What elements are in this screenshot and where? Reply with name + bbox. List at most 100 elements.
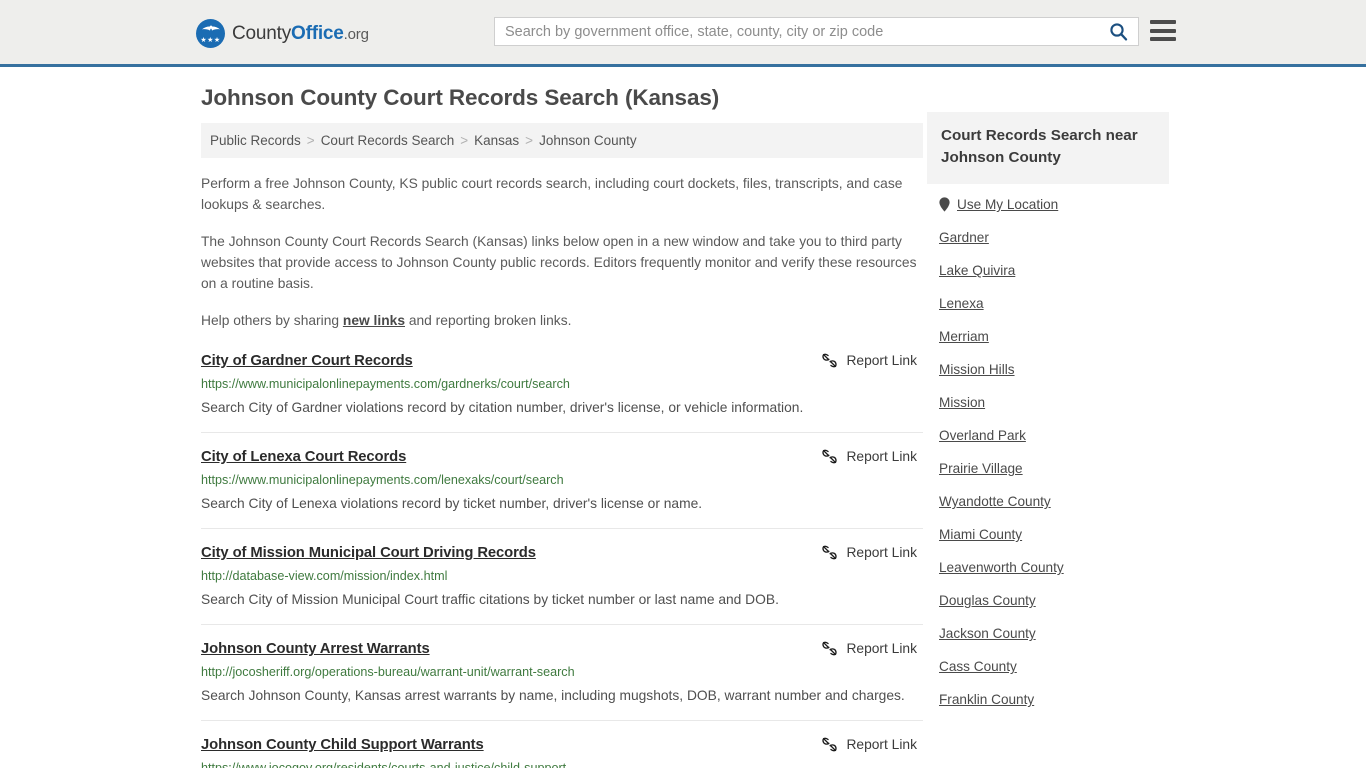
result-row: City of Gardner Court Records Report Lin…: [201, 349, 923, 433]
sidebar: Court Records Search near Johnson County…: [927, 112, 1169, 716]
sidebar-item-lenexa[interactable]: Lenexa: [927, 287, 1169, 320]
result-url[interactable]: http://jocosheriff.org/operations-bureau…: [201, 664, 923, 681]
result-description: Search Johnson County, Kansas arrest war…: [201, 688, 905, 703]
brand-part-county: County: [232, 22, 292, 44]
result-title-link[interactable]: Johnson County Child Support Warrants: [201, 735, 484, 755]
sidebar-item-use-my-location[interactable]: Use My Location: [927, 188, 1169, 221]
sidebar-item-label[interactable]: Lake Quivira: [939, 263, 1015, 278]
sidebar-item-label[interactable]: Jackson County: [939, 626, 1036, 641]
result-row: Johnson County Arrest Warrants Report Li…: [201, 625, 923, 721]
site-logo[interactable]: ★★★ CountyOffice.org: [196, 19, 369, 48]
report-link-button[interactable]: Report Link: [821, 736, 923, 753]
page-title: Johnson County Court Records Search (Kan…: [201, 85, 720, 110]
share-text-after: and reporting broken links.: [405, 313, 572, 328]
site-header: ★★★ CountyOffice.org: [0, 0, 1366, 67]
breadcrumb: Public Records > Court Records Search > …: [201, 123, 923, 158]
report-link-label: Report Link: [846, 641, 917, 656]
main-column: Public Records > Court Records Search > …: [193, 112, 923, 768]
sidebar-item-label[interactable]: Douglas County: [939, 593, 1036, 608]
hamburger-menu-icon[interactable]: [1150, 20, 1176, 41]
sidebar-item-label[interactable]: Mission: [939, 395, 985, 410]
breadcrumb-item-court-records-search[interactable]: Court Records Search: [321, 133, 455, 148]
result-url[interactable]: https://www.jocogov.org/residents/courts…: [201, 760, 923, 768]
intro-paragraph-2: The Johnson County Court Records Search …: [201, 234, 917, 291]
sidebar-item-label[interactable]: Miami County: [939, 527, 1022, 542]
broken-link-icon: [822, 545, 838, 560]
broken-link-icon: [822, 449, 838, 464]
report-link-button[interactable]: Report Link: [821, 448, 923, 465]
result-url[interactable]: https://www.municipalonlinepayments.com/…: [201, 376, 923, 393]
sidebar-item-label[interactable]: Prairie Village: [939, 461, 1023, 476]
result-header: City of Gardner Court Records Report Lin…: [201, 351, 923, 371]
result-row: City of Lenexa Court Records Report Link: [201, 433, 923, 529]
sidebar-item-label[interactable]: Cass County: [939, 659, 1017, 674]
sidebar-item-label[interactable]: Leavenworth County: [939, 560, 1064, 575]
breadcrumb-separator-icon: >: [525, 133, 534, 148]
sidebar-item-douglas-county[interactable]: Douglas County: [927, 584, 1169, 617]
report-link-label: Report Link: [846, 737, 917, 752]
sidebar-item-label[interactable]: Mission Hills: [939, 362, 1015, 377]
hamburger-bar: [1150, 37, 1176, 41]
report-link-button[interactable]: Report Link: [821, 544, 923, 561]
breadcrumb-item-kansas[interactable]: Kansas: [474, 133, 519, 148]
result-header: Johnson County Child Support Warrants Re…: [201, 735, 923, 755]
search-input[interactable]: [495, 18, 1098, 45]
report-link-button[interactable]: Report Link: [821, 352, 923, 369]
hamburger-bar: [1150, 28, 1176, 33]
result-description: Search City of Lenexa violations record …: [201, 496, 703, 511]
content-layout: Public Records > Court Records Search > …: [193, 112, 1173, 768]
search-icon: [1109, 23, 1127, 41]
sidebar-item-lake-quivira[interactable]: Lake Quivira: [927, 254, 1169, 287]
sidebar-item-franklin-county[interactable]: Franklin County: [927, 683, 1169, 716]
broken-link-icon: [822, 737, 838, 752]
intro-paragraph-1: Perform a free Johnson County, KS public…: [201, 176, 903, 212]
sidebar-item-label[interactable]: Wyandotte County: [939, 494, 1051, 509]
row-spacer: [201, 721, 923, 735]
result-url[interactable]: https://www.municipalonlinepayments.com/…: [201, 472, 923, 489]
row-spacer: [201, 433, 923, 447]
sidebar-item-label[interactable]: Franklin County: [939, 692, 1034, 707]
share-text-before: Help others by sharing: [201, 313, 343, 328]
hamburger-bar: [1150, 20, 1176, 24]
search-button[interactable]: [1098, 18, 1138, 45]
sidebar-item-wyandotte-county[interactable]: Wyandotte County: [927, 485, 1169, 518]
broken-link-icon: [822, 353, 838, 368]
result-url[interactable]: http://database-view.com/mission/index.h…: [201, 568, 923, 585]
result-header: City of Lenexa Court Records Report Link: [201, 447, 923, 467]
result-title-link[interactable]: Johnson County Arrest Warrants: [201, 639, 430, 659]
sidebar-item-gardner[interactable]: Gardner: [927, 221, 1169, 254]
intro-text: Perform a free Johnson County, KS public…: [201, 173, 923, 331]
sidebar-item-label[interactable]: Use My Location: [957, 197, 1058, 212]
sidebar-item-label[interactable]: Merriam: [939, 329, 989, 344]
new-links-link[interactable]: new links: [343, 313, 405, 328]
sidebar-item-cass-county[interactable]: Cass County: [927, 650, 1169, 683]
breadcrumb-item-public-records[interactable]: Public Records: [210, 133, 301, 148]
sidebar-item-merriam[interactable]: Merriam: [927, 320, 1169, 353]
sidebar-item-prairie-village[interactable]: Prairie Village: [927, 452, 1169, 485]
sidebar-item-leavenworth-county[interactable]: Leavenworth County: [927, 551, 1169, 584]
brand-part-org: .org: [343, 25, 369, 43]
eagle-seal-icon: ★★★: [196, 19, 225, 48]
results-list: City of Gardner Court Records Report Lin…: [201, 349, 923, 768]
sidebar-item-overland-park[interactable]: Overland Park: [927, 419, 1169, 452]
result-header: City of Mission Municipal Court Driving …: [201, 543, 923, 563]
page-body: Johnson County Court Records Search (Kan…: [0, 67, 1366, 768]
breadcrumb-item-johnson-county[interactable]: Johnson County: [539, 133, 637, 148]
result-description: Search City of Gardner violations record…: [201, 400, 804, 415]
content-container: Johnson County Court Records Search (Kan…: [193, 67, 1173, 768]
sidebar-item-mission-hills[interactable]: Mission Hills: [927, 353, 1169, 386]
map-pin-icon: [939, 197, 950, 212]
result-description: Search City of Mission Municipal Court t…: [201, 592, 779, 607]
sidebar-item-mission[interactable]: Mission: [927, 386, 1169, 419]
result-title-link[interactable]: City of Lenexa Court Records: [201, 447, 406, 467]
result-title-link[interactable]: City of Gardner Court Records: [201, 351, 413, 371]
sidebar-item-label[interactable]: Lenexa: [939, 296, 984, 311]
sidebar-item-label[interactable]: Gardner: [939, 230, 989, 245]
sidebar-item-jackson-county[interactable]: Jackson County: [927, 617, 1169, 650]
report-link-button[interactable]: Report Link: [821, 640, 923, 657]
sidebar-item-miami-county[interactable]: Miami County: [927, 518, 1169, 551]
result-title-link[interactable]: City of Mission Municipal Court Driving …: [201, 543, 536, 563]
eagle-glyph: [201, 25, 220, 31]
sidebar-item-label[interactable]: Overland Park: [939, 428, 1026, 443]
report-link-label: Report Link: [846, 353, 917, 368]
